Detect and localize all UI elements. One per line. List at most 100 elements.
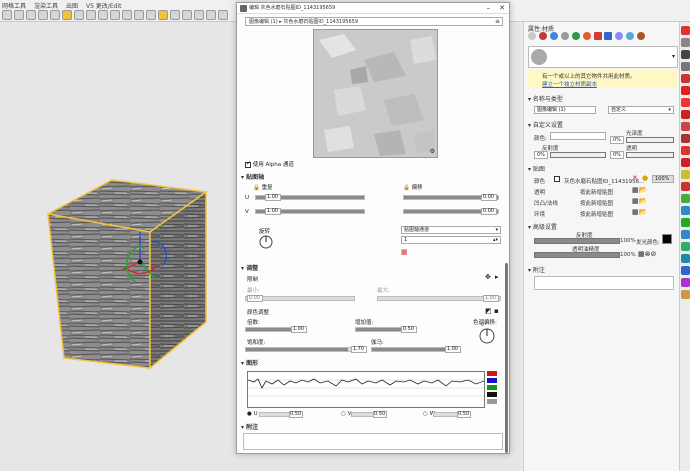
noise-graph[interactable] [247,371,485,408]
tool-icon-15[interactable] [170,10,180,20]
tex-transp-icons[interactable]: ▦📂 [632,186,647,194]
sidebar-icon-16[interactable] [681,206,690,215]
sidebar-icon-7[interactable] [681,98,690,107]
tool-icon-7[interactable] [74,10,84,20]
sidebar-icon-20[interactable] [681,254,690,263]
graph-extra-channel[interactable] [487,399,497,404]
tool-icon-9[interactable] [98,10,108,20]
tool-icon-12[interactable] [134,10,144,20]
reflect-bar[interactable] [550,152,606,158]
sidebar-icon-15[interactable] [681,194,690,203]
graph-blue-channel[interactable] [487,378,497,383]
sidebar-icon-10[interactable] [681,134,690,143]
remove-texture-icon[interactable]: ✕ [632,174,638,182]
repeat-u-value[interactable]: 1.00 [265,194,281,201]
fresnel-value[interactable]: 100% [620,252,636,258]
tool-icon-16[interactable] [182,10,192,20]
sidebar-icon-5[interactable] [681,74,690,83]
sidebar-icon-13[interactable] [681,170,690,179]
texture-section[interactable]: ▾ 贴图 [528,164,545,173]
sidebar-icon-18[interactable] [681,230,690,239]
menu-mesh-tools[interactable]: 网格工具 [2,1,26,10]
mapping-preview-icon[interactable]: ▦ [401,248,408,256]
multiply-value[interactable]: 1.00 [291,326,307,333]
tool-icon-2[interactable] [14,10,24,20]
sidebar-icon-4[interactable] [681,62,690,71]
menu-output[interactable]: 出图 [66,1,78,10]
dialog-notes-input[interactable] [243,433,503,450]
sidebar-icon-3[interactable] [681,50,690,59]
tex-env-value[interactable]: 按此新增贴图 [580,210,613,218]
mapping-section-header[interactable]: ▾ 贴图轴 [241,172,264,181]
tex-color-pct[interactable]: 100% [652,175,674,183]
offset-u-value[interactable]: 0.00 [481,194,497,201]
contrast-slider[interactable] [245,347,367,352]
graph-black-channel[interactable] [487,392,497,397]
sidebar-icon-1[interactable] [681,26,690,35]
tool-icon-13[interactable] [146,10,156,20]
menu-v5-changes[interactable]: V5 更改/Edit [86,1,121,10]
material-preview-row[interactable]: ▾ [528,46,678,68]
tool-icon-6[interactable] [62,10,72,20]
color-adjust-icon-2[interactable]: ▪ [494,307,499,315]
limit-arrow-icon[interactable]: ▸ [495,273,499,281]
advanced-section[interactable]: ▾ 高级设置 [528,222,557,231]
material-type-dropdown[interactable]: 自定义 ▾ [608,106,674,114]
swatch-3[interactable] [549,32,558,40]
swatch-4[interactable] [560,32,569,40]
channel-value-field[interactable]: 1 ▴▾ [401,236,501,244]
swatch-11[interactable] [637,32,646,40]
sidebar-icon-23[interactable] [681,290,690,299]
swatch-1[interactable] [528,32,536,40]
tool-icon-4[interactable] [38,10,48,20]
sidebar-icon-6[interactable] [681,86,690,95]
swatch-2[interactable] [538,32,547,40]
tool-icon-5[interactable] [50,10,60,20]
swatch-8[interactable] [604,32,613,40]
sidebar-icon-12[interactable] [681,158,690,167]
graph-red-channel[interactable] [487,371,497,376]
gloss-value[interactable]: 0% [610,136,624,144]
tex-color-checkbox[interactable] [554,176,560,182]
dialog-breadcrumb[interactable]: 图像编辑 (1) ▸ 灰色水磨石贴图ID_1143195659 ≡ [245,17,503,26]
dialog-scrollbar[interactable] [505,263,508,453]
tool-icon-18[interactable] [206,10,216,20]
swatch-7[interactable] [593,32,602,40]
sidebar-icon-14[interactable] [681,182,690,191]
tex-bump-value[interactable]: 按此新增贴图 [580,199,613,207]
graph-u-value[interactable]: 0.50 [289,411,303,418]
sidebar-icon-22[interactable] [681,278,690,287]
dialog-notes-section-header[interactable]: ▾ 附注 [241,422,258,431]
contrast-value[interactable]: 1.70 [351,346,367,353]
adjust-section-header[interactable]: ▾ 调整 [241,263,258,272]
minimize-icon[interactable]: – [487,3,491,14]
panel-notes-section[interactable]: ▾ 附注 [528,265,545,274]
swatch-10[interactable] [626,32,635,40]
tex-transp-value[interactable]: 按此新增贴图 [580,188,613,196]
tool-icon-14[interactable] [158,10,168,20]
hue-dial[interactable] [479,328,495,344]
color-adjust-icon-1[interactable]: ◩ [485,307,492,315]
reflect2-bar[interactable] [534,238,620,244]
limit-toggle-icon[interactable]: ✥ [485,273,491,281]
sidebar-icon-21[interactable] [681,266,690,275]
material-name-field[interactable]: 图像编辑 (1) [534,106,596,114]
gloss-bar[interactable] [626,137,674,143]
tool-icon-11[interactable] [122,10,132,20]
color-swatch[interactable] [550,132,606,140]
saturation-value[interactable]: 0.50 [401,326,417,333]
name-type-section[interactable]: ▾ 名称与类型 [528,94,563,103]
tool-icon-17[interactable] [194,10,204,20]
channel-dropdown[interactable]: 贴图轴通道 ▾ [401,226,501,234]
use-alpha-checkbox[interactable] [245,160,251,168]
repeat-v-value[interactable]: 1.00 [265,208,281,215]
swatch-9[interactable] [615,32,624,40]
textured-cube[interactable] [40,172,210,372]
fresnel-bar[interactable] [534,252,620,258]
sidebar-icon-19[interactable] [681,242,690,251]
texture-bulb-icon[interactable]: ● [642,174,648,182]
menu-icon[interactable]: ≡ [495,18,500,26]
graph-section-header[interactable]: ▾ 图形 [241,358,258,367]
max-value[interactable]: 1.00 [483,295,499,302]
sidebar-icon-8[interactable] [681,110,690,119]
